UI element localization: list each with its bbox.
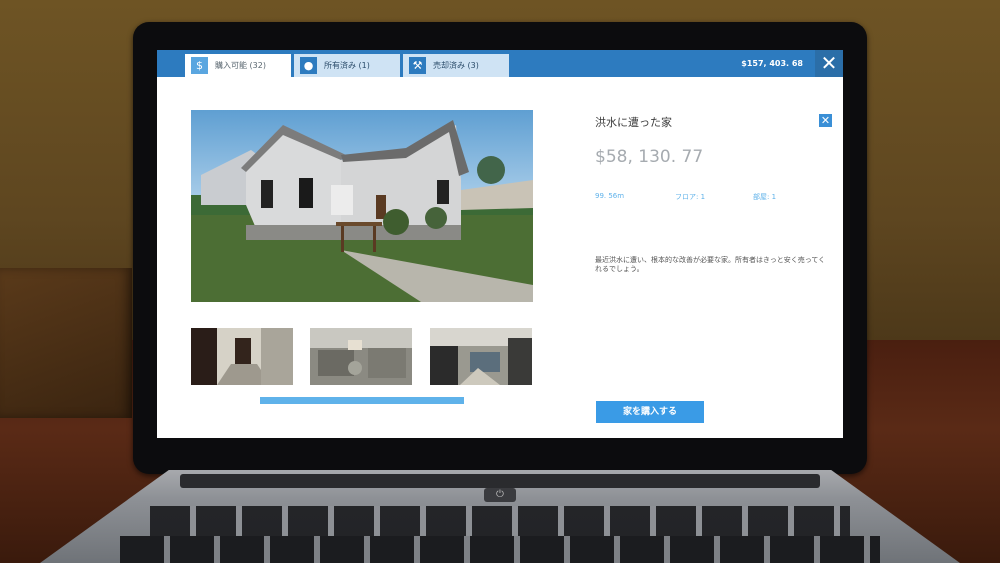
buy-house-button[interactable]: 家を購入する bbox=[596, 401, 704, 423]
close-icon[interactable]: ✕ bbox=[815, 50, 843, 77]
tab-label: 購入可能 (32) bbox=[215, 61, 266, 70]
tab-label: 所有済み (1) bbox=[324, 61, 370, 70]
tab-owned[interactable]: ● 所有済み (1) bbox=[294, 54, 400, 77]
cardboard-box bbox=[0, 268, 132, 418]
keyboard-row bbox=[120, 536, 880, 563]
area-value: 99. 56m bbox=[595, 192, 625, 200]
thumbnail-room[interactable] bbox=[310, 328, 412, 385]
listing-price: $58, 130. 77 bbox=[595, 147, 704, 167]
tab-label: 売却済み (3) bbox=[433, 61, 479, 70]
thumbnail-hallway[interactable] bbox=[191, 328, 293, 385]
tab-available[interactable]: $ 購入可能 (32) bbox=[185, 54, 291, 77]
dollar-house-icon: $ bbox=[191, 57, 208, 74]
laptop-hinge bbox=[180, 474, 820, 488]
listing-description: 最近洪水に遭い、根本的な改善が必要な家。所有者はきっと安く売ってくれるでしょう。 bbox=[595, 256, 826, 273]
tab-sold[interactable]: ⚒ 売却済み (3) bbox=[403, 54, 509, 77]
rooms-value: 部屋: 1 bbox=[753, 193, 777, 201]
power-icon: ⏻ bbox=[484, 488, 516, 502]
thumbnail-kitchen[interactable] bbox=[430, 328, 532, 385]
listing-title: 洪水に遭った家 bbox=[595, 116, 672, 129]
gallery-scrollbar[interactable] bbox=[260, 397, 464, 404]
top-bar: $ 購入可能 (32) ● 所有済み (1) ⚒ 売却済み (3) $157, … bbox=[157, 50, 843, 77]
floors-value: フロア: 1 bbox=[675, 193, 706, 201]
gavel-icon: ⚒ bbox=[409, 57, 426, 74]
laptop-screen: $ 購入可能 (32) ● 所有済み (1) ⚒ 売却済み (3) $157, … bbox=[157, 50, 843, 438]
close-listing-icon[interactable]: ✕ bbox=[819, 114, 832, 127]
house-photo bbox=[191, 110, 533, 302]
person-icon: ● bbox=[300, 57, 317, 74]
balance: $157, 403. 68 bbox=[741, 59, 803, 68]
